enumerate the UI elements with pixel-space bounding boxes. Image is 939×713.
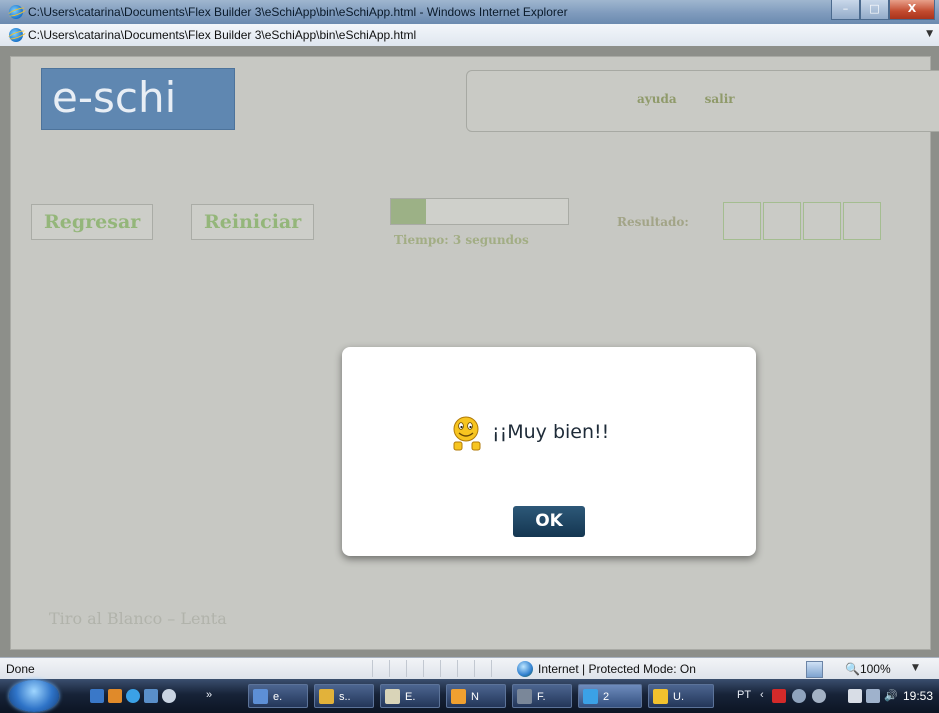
result-box: [723, 202, 761, 240]
taskbar-button-label: e.: [273, 691, 283, 703]
header-links-box: ayuda salir: [466, 70, 939, 132]
paint-icon: [319, 689, 334, 704]
taskbar-button-label: E.: [405, 691, 416, 703]
messenger-icon: [653, 689, 668, 704]
ie-logo-icon: [9, 5, 23, 19]
taskbar-button[interactable]: F.: [512, 684, 572, 708]
clock[interactable]: 19:53: [903, 689, 933, 703]
network-status-icon[interactable]: [866, 689, 880, 703]
show-desktop-icon[interactable]: [90, 689, 104, 703]
close-button[interactable]: X: [889, 0, 935, 20]
quicklaunch-icon[interactable]: [108, 689, 122, 703]
start-button[interactable]: [9, 680, 59, 712]
taskbar-button-label: s..: [339, 691, 351, 703]
exit-link[interactable]: salir: [705, 92, 735, 106]
flex-icon: [517, 689, 532, 704]
word-doc-icon: [253, 689, 268, 704]
zoom-level[interactable]: 🔍100%: [845, 662, 891, 676]
power-tray-icon[interactable]: [848, 689, 862, 703]
window-controls: – □ X: [831, 0, 935, 20]
taskbar-button[interactable]: U.: [648, 684, 714, 708]
quicklaunch-overflow[interactable]: »: [206, 689, 212, 701]
maximize-button[interactable]: □: [860, 0, 889, 20]
time-progress-fill: [391, 199, 427, 224]
result-box: [763, 202, 801, 240]
window-title: C:\Users\catarina\Documents\Flex Builder…: [28, 5, 568, 19]
taskbar-button-label: U.: [673, 691, 684, 703]
taskbar-button-label: 2: [603, 691, 610, 703]
taskbar-button[interactable]: s..: [314, 684, 374, 708]
result-box: [843, 202, 881, 240]
security-zone[interactable]: Internet | Protected Mode: On: [538, 662, 696, 676]
taskbar-button[interactable]: e.: [248, 684, 308, 708]
taskbar-button-label: F.: [537, 691, 546, 703]
ok-button[interactable]: OK: [513, 506, 585, 537]
tray-expand-icon[interactable]: ‹: [760, 689, 764, 701]
time-progress-bar: [390, 198, 569, 225]
restart-button[interactable]: Reiniciar: [191, 204, 315, 240]
network-tray-icon[interactable]: [812, 689, 826, 703]
taskbar-button[interactable]: N: [446, 684, 506, 708]
messenger-tray-icon[interactable]: [792, 689, 806, 703]
alert-dialog: ¡¡Muy bien!! OK: [342, 347, 756, 556]
notes-icon: [451, 689, 466, 704]
ie-group-icon: [583, 689, 598, 704]
ie-quicklaunch-icon[interactable]: [126, 689, 140, 703]
help-link[interactable]: ayuda: [637, 92, 677, 106]
minimize-button[interactable]: –: [831, 0, 860, 20]
result-box: [803, 202, 841, 240]
status-text: Done: [6, 662, 35, 676]
popup-blocker-icon[interactable]: [806, 661, 823, 678]
result-boxes: [723, 202, 883, 240]
zoom-value: 100%: [859, 662, 891, 676]
page-viewport: e-schi ayuda salir Regresar Reiniciar Ti…: [0, 46, 939, 657]
volume-icon[interactable]: 🔊: [884, 689, 898, 702]
window-titlebar[interactable]: C:\Users\catarina\Documents\Flex Builder…: [0, 0, 939, 24]
dialog-message: ¡¡Muy bien!!: [492, 421, 610, 443]
ati-tray-icon[interactable]: [772, 689, 786, 703]
address-text[interactable]: C:\Users\catarina\Documents\Flex Builder…: [28, 28, 416, 42]
address-dropdown-icon[interactable]: ▼: [926, 29, 933, 39]
switch-windows-icon[interactable]: [144, 689, 158, 703]
taskbar-button[interactable]: E.: [380, 684, 440, 708]
time-label: Tiempo: 3 segundos: [394, 233, 529, 247]
taskbar-button-label: N: [471, 691, 479, 703]
zoom-dropdown-icon[interactable]: ▼: [912, 663, 919, 673]
status-bar: Done Internet | Protected Mode: On 🔍100%…: [0, 657, 939, 680]
status-panes: [372, 660, 508, 677]
media-quicklaunch-icon[interactable]: [162, 689, 176, 703]
internet-globe-icon: [517, 661, 533, 677]
explorer-icon: [385, 689, 400, 704]
smiley-icon: [453, 416, 481, 451]
game-mode-label: Tiro al Blanco – Lenta: [49, 609, 227, 628]
address-bar[interactable]: C:\Users\catarina\Documents\Flex Builder…: [0, 24, 939, 47]
app-logo: e-schi: [41, 68, 235, 130]
page-favicon-icon: [9, 28, 23, 42]
language-indicator[interactable]: PT: [737, 689, 751, 701]
taskbar: » e. s.. E. N F. 2 U. PT ‹ 🔊 19:53: [0, 679, 939, 713]
taskbar-button[interactable]: 2: [578, 684, 642, 708]
back-button[interactable]: Regresar: [31, 204, 154, 240]
result-label: Resultado:: [617, 215, 689, 229]
